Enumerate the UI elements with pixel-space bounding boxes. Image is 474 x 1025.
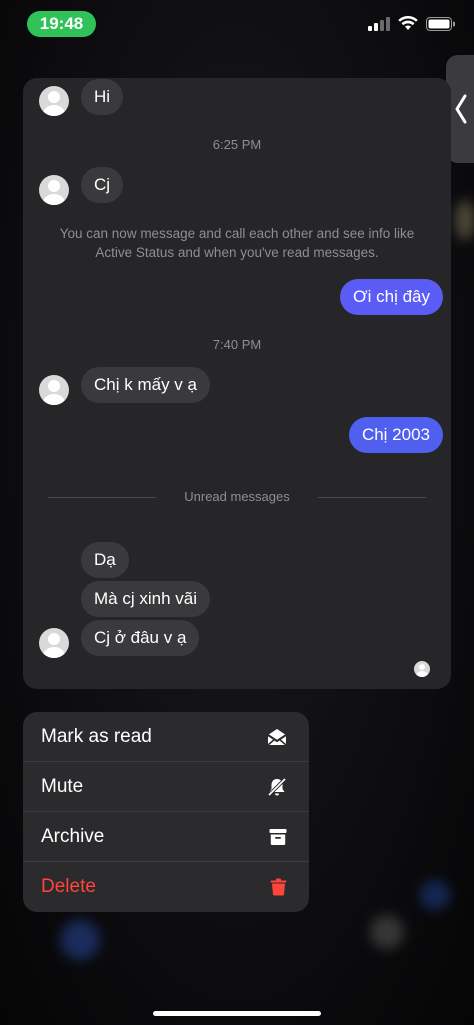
delete-button[interactable]: Delete — [23, 862, 309, 912]
timestamp: 6:25 PM — [212, 137, 262, 152]
chat-preview[interactable]: Hi 6:25 PM Cj You can now message and ca… — [23, 78, 451, 689]
chevron-left-icon — [455, 94, 467, 124]
contact-avatar — [39, 628, 69, 658]
context-menu: Mark as read Mute Archive Delete — [23, 712, 309, 912]
background-blur — [420, 880, 450, 910]
bell-slash-icon — [267, 777, 287, 796]
background-blur — [60, 920, 100, 960]
menu-item-label: Mute — [41, 775, 84, 797]
wifi-icon — [398, 16, 418, 30]
connection-notice: You can now message and call each other … — [59, 226, 415, 260]
status-bar: 19:48 — [0, 0, 474, 50]
menu-item-label: Delete — [41, 876, 96, 897]
cellular-signal-icon — [368, 16, 390, 31]
status-icons — [368, 16, 456, 31]
archive-button[interactable]: Archive — [23, 812, 309, 862]
incoming-message: Mà cj xinh vãi — [81, 581, 210, 617]
incoming-message: Dạ — [81, 542, 129, 578]
seen-indicator-avatar — [414, 661, 430, 677]
unread-divider-line — [318, 497, 426, 498]
incoming-message: Cj — [81, 167, 124, 203]
status-time: 19:48 — [27, 11, 96, 37]
background-blur — [455, 200, 474, 240]
home-indicator[interactable] — [153, 1011, 321, 1016]
archive-box-icon — [269, 828, 287, 845]
trash-icon — [270, 878, 287, 896]
battery-icon — [426, 16, 455, 31]
background-blur — [370, 915, 404, 949]
contact-avatar — [39, 375, 69, 405]
envelope-open-icon — [267, 728, 287, 746]
incoming-message: Cj ở đâu v ạ — [81, 620, 200, 656]
outgoing-message: Chị 2003 — [348, 417, 443, 453]
outgoing-message: Ơi chị đây — [340, 279, 443, 315]
mute-button[interactable]: Mute — [23, 762, 309, 812]
incoming-message: Chị k mấy v ạ — [81, 367, 210, 403]
contact-avatar — [39, 175, 69, 205]
menu-item-label: Archive — [41, 825, 105, 847]
mark-as-read-button[interactable]: Mark as read — [23, 712, 309, 762]
timestamp: 7:40 PM — [212, 337, 262, 352]
incoming-message: Hi — [81, 79, 124, 115]
contact-avatar — [39, 86, 69, 116]
menu-item-label: Mark as read — [41, 725, 152, 747]
